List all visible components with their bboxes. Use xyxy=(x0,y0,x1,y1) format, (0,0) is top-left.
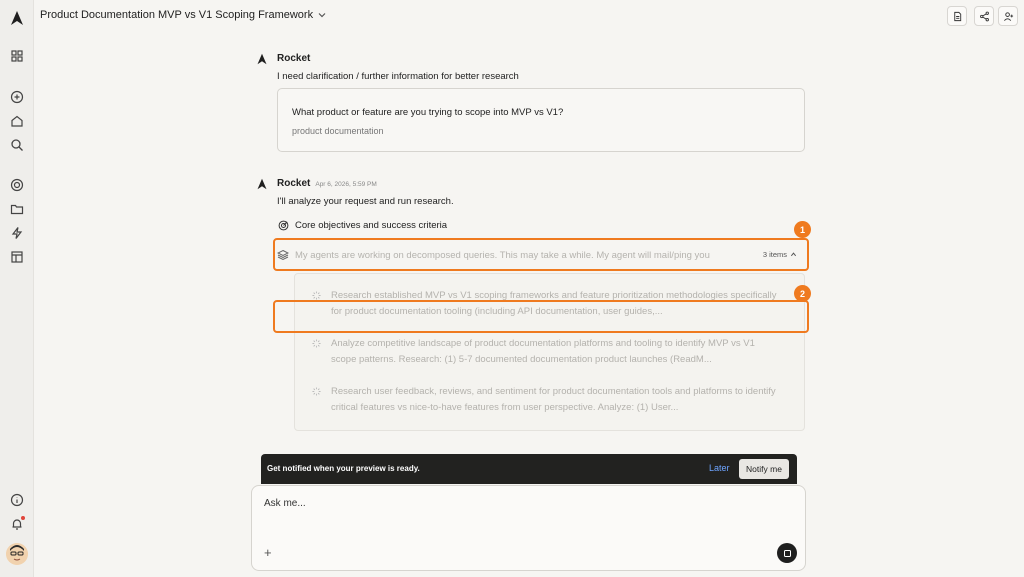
add-user-button[interactable] xyxy=(998,6,1018,26)
loading-spinner-icon xyxy=(312,339,321,348)
clarification-question: What product or feature are you trying t… xyxy=(292,107,564,118)
chevron-down-icon xyxy=(318,13,326,18)
avatar[interactable] xyxy=(6,543,28,565)
list-item: Analyze competitive landscape of product… xyxy=(312,336,782,368)
rocket-avatar-icon xyxy=(257,53,267,65)
page-title[interactable]: Product Documentation MVP vs V1 Scoping … xyxy=(40,9,327,21)
notification-dot xyxy=(21,516,25,520)
stop-icon xyxy=(783,549,791,557)
highlight-box-2 xyxy=(273,300,809,333)
clarification-answer: product documentation xyxy=(292,126,384,136)
notification-bar: Get notified when your preview is ready.… xyxy=(261,454,797,484)
rocket-avatar-icon xyxy=(257,178,267,190)
message-timestamp: Apr 6, 2026, 5:59 PM xyxy=(315,181,377,188)
later-button[interactable]: Later xyxy=(709,463,730,473)
document-icon xyxy=(953,11,961,21)
target-icon[interactable] xyxy=(8,176,26,194)
loading-spinner-icon xyxy=(312,387,321,396)
share-icon xyxy=(979,11,989,21)
add-user-icon xyxy=(1003,11,1013,21)
chat-input-container: + xyxy=(251,485,806,571)
objective-item: Core objectives and success criteria xyxy=(278,220,447,231)
rocket-logo-icon[interactable] xyxy=(9,10,25,26)
home-icon[interactable] xyxy=(8,112,26,130)
list-item: Research user feedback, reviews, and sen… xyxy=(312,384,782,416)
target-icon xyxy=(278,220,289,231)
sender-name: Rocket xyxy=(277,53,311,64)
grid-icon[interactable] xyxy=(8,47,26,65)
loading-spinner-icon xyxy=(312,291,321,300)
add-icon[interactable]: + xyxy=(264,545,272,560)
task-list: Research established MVP vs V1 scoping f… xyxy=(294,273,805,431)
sender-name: Rocket Apr 6, 2026, 5:59 PM xyxy=(277,178,377,189)
notify-me-button[interactable]: Notify me xyxy=(739,459,789,479)
layout-icon[interactable] xyxy=(8,248,26,266)
notification-text: Get notified when your preview is ready. xyxy=(267,464,420,473)
annotation-badge-1: 1 xyxy=(794,221,811,238)
chat-input[interactable] xyxy=(264,498,784,509)
share-button[interactable] xyxy=(974,6,994,26)
bell-icon[interactable] xyxy=(8,515,26,533)
message-text: I need clarification / further informati… xyxy=(277,71,519,82)
stop-button[interactable] xyxy=(777,543,797,563)
folder-icon[interactable] xyxy=(8,200,26,218)
lightning-icon[interactable] xyxy=(8,224,26,242)
highlight-box-1 xyxy=(273,238,809,271)
sidebar xyxy=(0,0,34,577)
search-icon[interactable] xyxy=(8,136,26,154)
annotation-badge-2: 2 xyxy=(794,285,811,302)
header: Product Documentation MVP vs V1 Scoping … xyxy=(34,0,1024,32)
new-chat-icon[interactable] xyxy=(8,88,26,106)
message-text: I'll analyze your request and run resear… xyxy=(277,196,454,207)
document-button[interactable] xyxy=(947,6,967,26)
clarification-card: What product or feature are you trying t… xyxy=(277,88,805,152)
info-icon[interactable] xyxy=(8,491,26,509)
